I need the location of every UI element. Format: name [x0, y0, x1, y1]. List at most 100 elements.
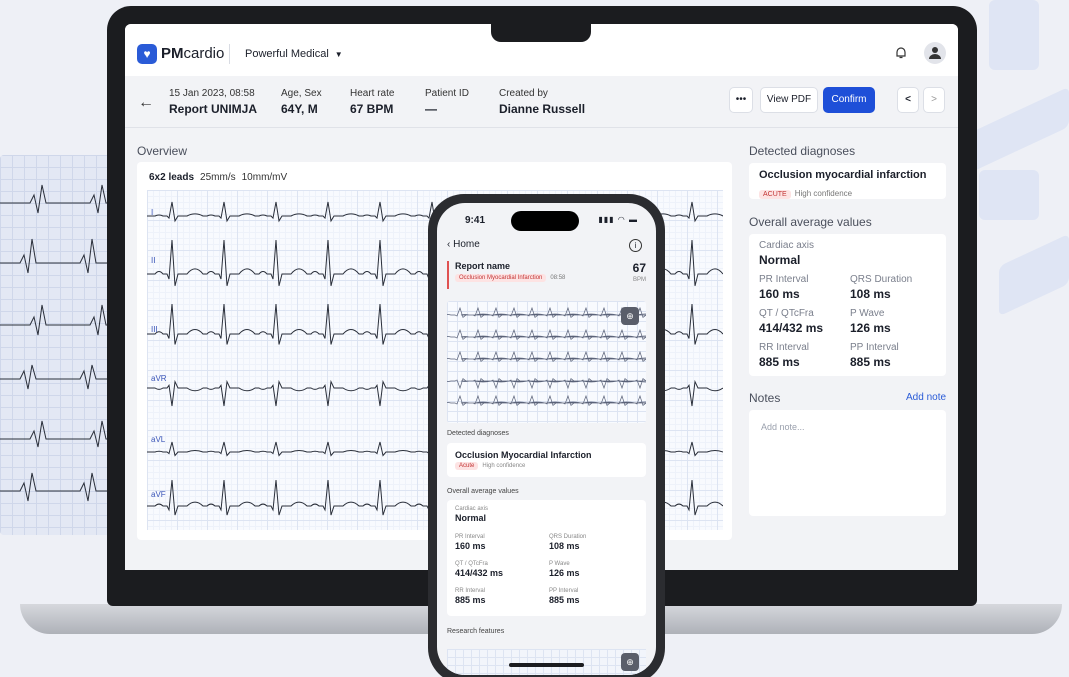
phone-value-label: PR Interval	[455, 534, 485, 540]
status-time: 9:41	[465, 215, 486, 226]
value-label: QT / QTcFra	[759, 308, 814, 319]
phone-ecg-trace	[447, 394, 646, 407]
rr-interval: RR Interval 885 ms	[759, 342, 809, 369]
lead-label-ii: II	[151, 256, 156, 265]
phone-value-label: QRS Duration	[549, 534, 587, 540]
diagnosis-name: Occlusion myocardial infarction	[759, 169, 927, 181]
more-button[interactable]: •••	[729, 87, 753, 113]
heart-logo-icon[interactable]: ♥	[137, 44, 157, 64]
caret-down-icon: ▼	[334, 50, 343, 59]
ecg-speed[interactable]: 25mm/s	[200, 172, 236, 183]
app-logo[interactable]: PMcardio	[161, 45, 224, 62]
chevron-right-icon[interactable]: >	[923, 87, 945, 113]
home-indicator[interactable]	[509, 663, 584, 667]
phone-diagnosis-name: Occlusion Myocardial Infarction	[455, 450, 592, 460]
dynamic-island	[511, 211, 579, 231]
note-placeholder: Add note...	[761, 422, 805, 432]
value-label: PR Interval	[759, 274, 809, 285]
lead-label-avf: aVF	[151, 490, 166, 499]
bell-icon[interactable]	[894, 46, 908, 60]
view-pdf-button[interactable]: View PDF	[760, 87, 818, 113]
acute-badge: ACUTE	[759, 190, 791, 199]
phone-ecg-traces	[447, 306, 646, 407]
value-label: QRS Duration	[850, 274, 913, 285]
phone-value-number: 108 ms	[549, 541, 580, 551]
phone-value-number: 126 ms	[549, 568, 580, 578]
phone-pp-interval: PP Interval 885 ms	[549, 588, 580, 605]
notes-card[interactable]: Add note...	[749, 410, 946, 516]
phone-averages-title: Overall average values	[447, 488, 519, 495]
diagnosis-card[interactable]: Occlusion myocardial infarction ACUTE Hig…	[749, 163, 946, 199]
report-meta-pid: Patient ID —	[425, 88, 469, 116]
ecg-gain[interactable]: 10mm/mV	[242, 172, 288, 183]
user-icon[interactable]	[924, 42, 946, 64]
value-label: RR Interval	[759, 342, 810, 353]
report-bar: ← 15 Jan 2023, 08:58 Report UNIMJA Age, …	[125, 76, 958, 128]
qrs-duration: QRS Duration 108 ms	[850, 274, 912, 301]
created-by-label: Created by	[499, 88, 548, 99]
back-button[interactable]: ‹ Home	[447, 239, 480, 250]
age-sex-label: Age, Sex	[281, 88, 322, 99]
phone-acute-badge: Acute	[455, 462, 479, 470]
diagnoses-title: Detected diagnoses	[749, 144, 856, 158]
decor-block	[989, 0, 1039, 70]
phone-research-title: Research features	[447, 628, 505, 635]
phone-averages-card: Cardiac axis Normal PR Interval 160 ms Q…	[447, 500, 646, 616]
phone-value-number: 160 ms	[455, 541, 486, 551]
phone-screen: 9:41 ▮▮▮ ◠ ▬ ‹ Home i Report name Occlus…	[437, 203, 656, 675]
phone-report-time: 08:58	[550, 275, 566, 281]
phone-value-label: P Wave	[549, 561, 570, 567]
phone-ecg-trace	[447, 328, 646, 341]
phone-diagnosis-confidence: High confidence	[482, 463, 526, 469]
info-icon[interactable]: i	[629, 239, 642, 252]
phone-value-number: Normal	[455, 513, 487, 523]
phone-report-badge: Occlusion Myocardial Infarction	[455, 274, 547, 282]
decor-block	[979, 170, 1039, 220]
phone-frame: 9:41 ▮▮▮ ◠ ▬ ‹ Home i Report name Occlus…	[428, 194, 665, 677]
value-number: 885 ms	[850, 355, 891, 369]
report-datetime: 15 Jan 2023, 08:58	[169, 88, 255, 99]
phone-ecg-preview[interactable]: ⊕	[447, 301, 646, 423]
pr-interval: PR Interval 160 ms	[759, 274, 808, 301]
confirm-button[interactable]: Confirm	[823, 87, 875, 113]
value-number: 126 ms	[850, 321, 891, 335]
phone-value-number: 885 ms	[549, 595, 580, 605]
phone-value-label: QT / QTcFra	[455, 561, 488, 567]
report-name: Report UNIMJA	[169, 102, 258, 116]
phone-diagnosis-card[interactable]: Occlusion Myocardial Infarction Acute Hig…	[447, 443, 646, 477]
status-icons: ▮▮▮ ◠ ▬	[598, 215, 638, 224]
pp-interval: PP Interval 885 ms	[850, 342, 899, 369]
phone-research-preview[interactable]: ⊕	[447, 649, 646, 675]
ecg-settings[interactable]: 6x2 leads 25mm/s 10mm/mV	[149, 172, 293, 183]
back-label: Home	[453, 239, 480, 250]
phone-value-label: RR Interval	[455, 588, 486, 594]
value-number: 108 ms	[850, 287, 891, 301]
heart-rate-value: 67 BPM	[350, 102, 394, 116]
zoom-icon[interactable]: ⊕	[621, 653, 639, 671]
value-number: 160 ms	[759, 287, 800, 301]
ecg-layout[interactable]: 6x2 leads	[149, 172, 194, 183]
phone-report-header: Report name Occlusion Myocardial Infarct…	[447, 261, 646, 289]
report-meta-created: Created by Dianne Russell	[499, 88, 585, 116]
chevron-left-icon[interactable]: <	[897, 87, 919, 113]
heart-rate-label: Heart rate	[350, 88, 395, 99]
report-meta-date: 15 Jan 2023, 08:58 Report UNIMJA	[169, 88, 257, 116]
report-meta-age: Age, Sex 64Y, M	[281, 88, 322, 116]
phone-qrs-duration: QRS Duration 108 ms	[549, 534, 586, 551]
add-note-link[interactable]: Add note	[906, 392, 946, 403]
phone-bpm-unit: BPM	[632, 277, 646, 283]
phone-value-number: 414/432 ms	[455, 568, 504, 578]
header-divider	[229, 44, 230, 64]
decor-road	[999, 233, 1069, 317]
report-meta-hr: Heart rate 67 BPM	[350, 88, 394, 116]
averages-card: Cardiac axis Normal PR Interval 160 ms Q…	[749, 234, 946, 376]
phone-ecg-trace	[447, 350, 646, 363]
phone-cardiac-axis: Cardiac axis Normal	[455, 506, 488, 523]
zoom-icon[interactable]: ⊕	[621, 307, 639, 325]
lead-label-avr: aVR	[151, 374, 167, 383]
organization-select[interactable]: Powerful Medical ▼	[245, 48, 343, 60]
notes-title: Notes	[749, 391, 781, 405]
phone-ecg-trace	[447, 377, 646, 390]
arrow-left-icon[interactable]: ←	[138, 94, 154, 112]
laptop-camera-notch	[491, 6, 591, 42]
